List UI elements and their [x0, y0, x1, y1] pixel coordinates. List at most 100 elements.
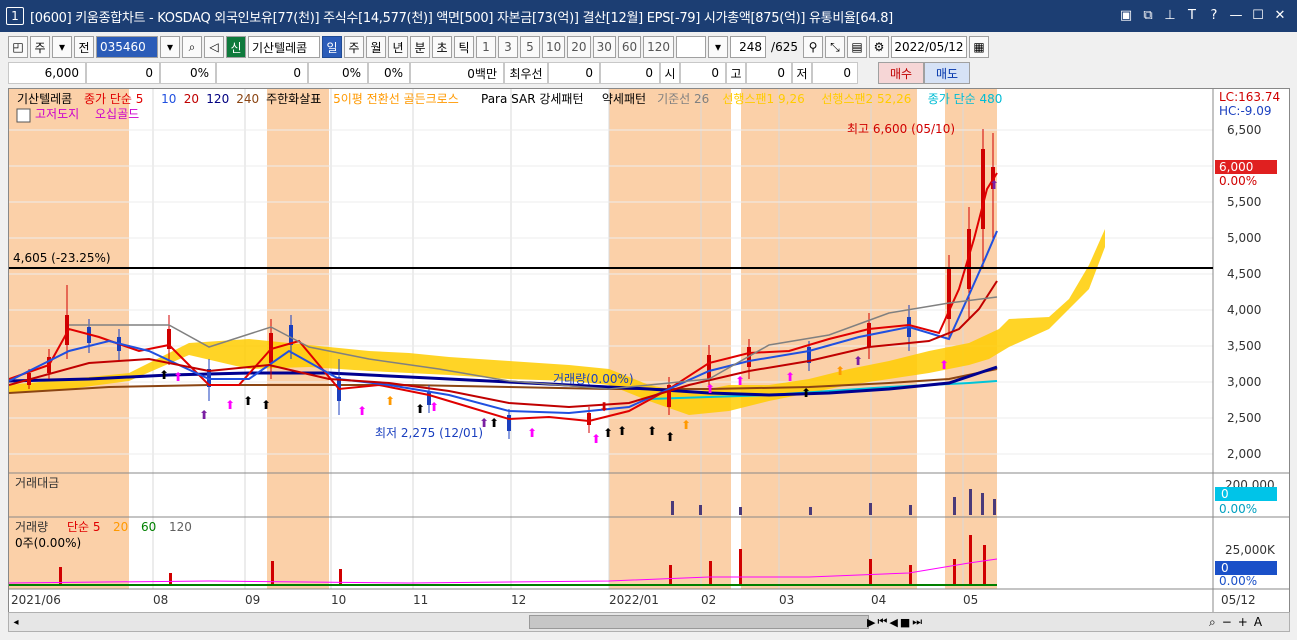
legend-item: 선행스팬2 52,26 — [821, 91, 911, 106]
count-input[interactable]: 248 — [730, 36, 767, 58]
interval-input[interactable] — [676, 36, 707, 58]
stock-code-input[interactable]: 035460 — [96, 36, 158, 58]
arrow-up-icon: ⬆ — [261, 398, 271, 412]
interval-120[interactable]: 120 — [643, 36, 675, 58]
tab-period-second[interactable]: 초 — [432, 36, 452, 58]
stop-icon[interactable]: ■ — [900, 616, 910, 629]
help-button[interactable]: ? — [1205, 6, 1223, 24]
legend-item: 주한화살표 — [266, 92, 321, 106]
tab-period-minute[interactable]: 분 — [410, 36, 430, 58]
period-select[interactable]: 주 — [30, 36, 50, 58]
code-dropdown-icon[interactable]: ▾ — [160, 36, 180, 58]
minimize-button[interactable]: — — [1227, 6, 1245, 24]
last-icon[interactable]: ⏭ — [912, 615, 922, 629]
interval-60[interactable]: 60 — [617, 36, 642, 58]
zoom-icon[interactable]: ⌕ — [1209, 615, 1216, 630]
tab-period-tick[interactable]: 틱 — [454, 36, 474, 58]
close-button[interactable]: ✕ — [1271, 6, 1289, 24]
layout-icon[interactable]: ▣ — [1117, 6, 1135, 24]
arrow-up-icon: ⬆ — [989, 178, 999, 192]
interval-5[interactable]: 5 — [520, 36, 540, 58]
settings-icon[interactable]: ⚙ — [868, 36, 889, 58]
x-axis-label: 04 — [871, 593, 886, 607]
arrow-up-icon: ⬆ — [225, 398, 235, 412]
zoom-controls: ⌕ − + A — [1209, 613, 1262, 631]
hline-label: 4,605 (-23.25%) — [13, 251, 111, 265]
text-icon[interactable]: A — [1254, 615, 1262, 629]
arrow-up-icon: ⬆ — [357, 404, 367, 418]
arrow-up-icon: ⬆ — [415, 402, 425, 416]
arrow-up-icon: ⬆ — [159, 368, 169, 382]
quote-high: 0 — [746, 62, 792, 84]
buy-button[interactable]: 매수 — [878, 62, 924, 84]
volume-ma-label: 단순 5 — [67, 520, 101, 534]
prev-icon[interactable]: ◀ — [889, 616, 897, 629]
draw-icon[interactable]: ⤡ — [824, 36, 845, 58]
legend-item: 약세패턴 — [602, 91, 646, 106]
x-axis-label: 12 — [511, 593, 526, 607]
volume-tick: 25,000K — [1225, 543, 1276, 557]
volume-pct: 0.00% — [1219, 574, 1257, 588]
tab-period-year[interactable]: 년 — [388, 36, 408, 58]
prev-button[interactable]: 전 — [74, 36, 94, 58]
scroll-thumb[interactable] — [529, 615, 869, 629]
search-icon[interactable]: ⌕ — [182, 36, 202, 58]
tab-period-day[interactable]: 일 — [322, 36, 342, 58]
arrow-up-icon: ⬆ — [705, 382, 715, 396]
lc-label: LC:163.74 — [1219, 90, 1280, 104]
x-axis-label: 2022/01 — [609, 593, 659, 607]
zoom-in-button[interactable]: + — [1238, 615, 1248, 629]
count-total: /625 — [771, 40, 798, 54]
maximize-button[interactable]: ☐ — [1249, 6, 1267, 24]
quote-ask: 0 — [600, 62, 660, 84]
interval-20[interactable]: 20 — [567, 36, 591, 58]
quote-high-label: 고 — [726, 62, 746, 84]
calendar-icon[interactable]: ▦ — [968, 36, 989, 58]
quote-volume: 0 — [216, 62, 308, 84]
amount-pct: 0.00% — [1219, 502, 1257, 516]
arrow-up-icon: ⬆ — [527, 426, 537, 440]
period-dropdown-icon[interactable]: ▾ — [52, 36, 72, 58]
tab-period-week[interactable]: 주 — [344, 36, 364, 58]
volume-ma-label: 20 — [113, 520, 128, 534]
interval-30[interactable]: 30 — [592, 36, 616, 58]
high-annotation: 최고 6,600 (05/10) — [847, 122, 955, 136]
arrow-up-icon: ⬆ — [939, 358, 949, 372]
first-icon[interactable]: ⏮ — [877, 615, 887, 629]
pin-icon[interactable]: ⊥ — [1161, 6, 1179, 24]
chart-scrollbar[interactable]: ◂ ▶ ⏮ ◀ ■ ⏭ ⌕ − + A — [8, 612, 1290, 632]
legend-item: 오십골드 — [95, 107, 139, 121]
stock-name: 기산텔레콤 — [248, 36, 320, 58]
arrow-up-icon: ⬆ — [199, 408, 209, 422]
zoom-out-button[interactable]: − — [1222, 615, 1232, 629]
table-icon[interactable] — [16, 108, 31, 123]
tab-period-month[interactable]: 월 — [366, 36, 386, 58]
sell-button[interactable]: 매도 — [924, 62, 970, 84]
speaker-icon[interactable]: ◁ — [204, 36, 224, 58]
quote-pref-label: 최우선 — [504, 62, 548, 84]
quote-open: 0 — [680, 62, 726, 84]
scroll-left-icon[interactable]: ◂ — [9, 613, 23, 631]
window-menu-icon[interactable]: ◰ — [8, 36, 28, 58]
x-axis-label: 10 — [331, 593, 346, 607]
interval-10[interactable]: 10 — [542, 36, 566, 58]
play-icon[interactable]: ▶ — [867, 616, 875, 629]
quote-vol-pct: 0% — [308, 62, 368, 84]
interval-1[interactable]: 1 — [476, 36, 496, 58]
interval-dropdown-icon[interactable]: ▾ — [708, 36, 729, 58]
y-axis-tick: 5,000 — [1227, 231, 1261, 245]
save-icon[interactable]: ▤ — [846, 36, 867, 58]
date-input[interactable]: 2022/05/12 — [890, 36, 967, 58]
text-button[interactable]: T — [1183, 6, 1201, 24]
y-axis-tick: 5,500 — [1227, 195, 1261, 209]
chart-area[interactable]: 4,605 (-23.25%) ⬆ ⬆ ⬆ ⬆ ⬆ ⬆ ⬆ ⬆ ⬆ ⬆ ⬆ ⬆ … — [8, 88, 1290, 616]
x-axis-label: 03 — [779, 593, 794, 607]
interval-3[interactable]: 3 — [498, 36, 518, 58]
window-number: 1 — [6, 7, 24, 25]
quote-bid: 0 — [548, 62, 600, 84]
arrow-up-icon: ⬆ — [173, 370, 183, 384]
highlight-band — [267, 89, 329, 589]
copy-icon[interactable]: ⧉ — [1139, 6, 1157, 24]
indicator-icon[interactable]: ⚲ — [802, 36, 823, 58]
volume-value: 0 — [1221, 561, 1229, 575]
